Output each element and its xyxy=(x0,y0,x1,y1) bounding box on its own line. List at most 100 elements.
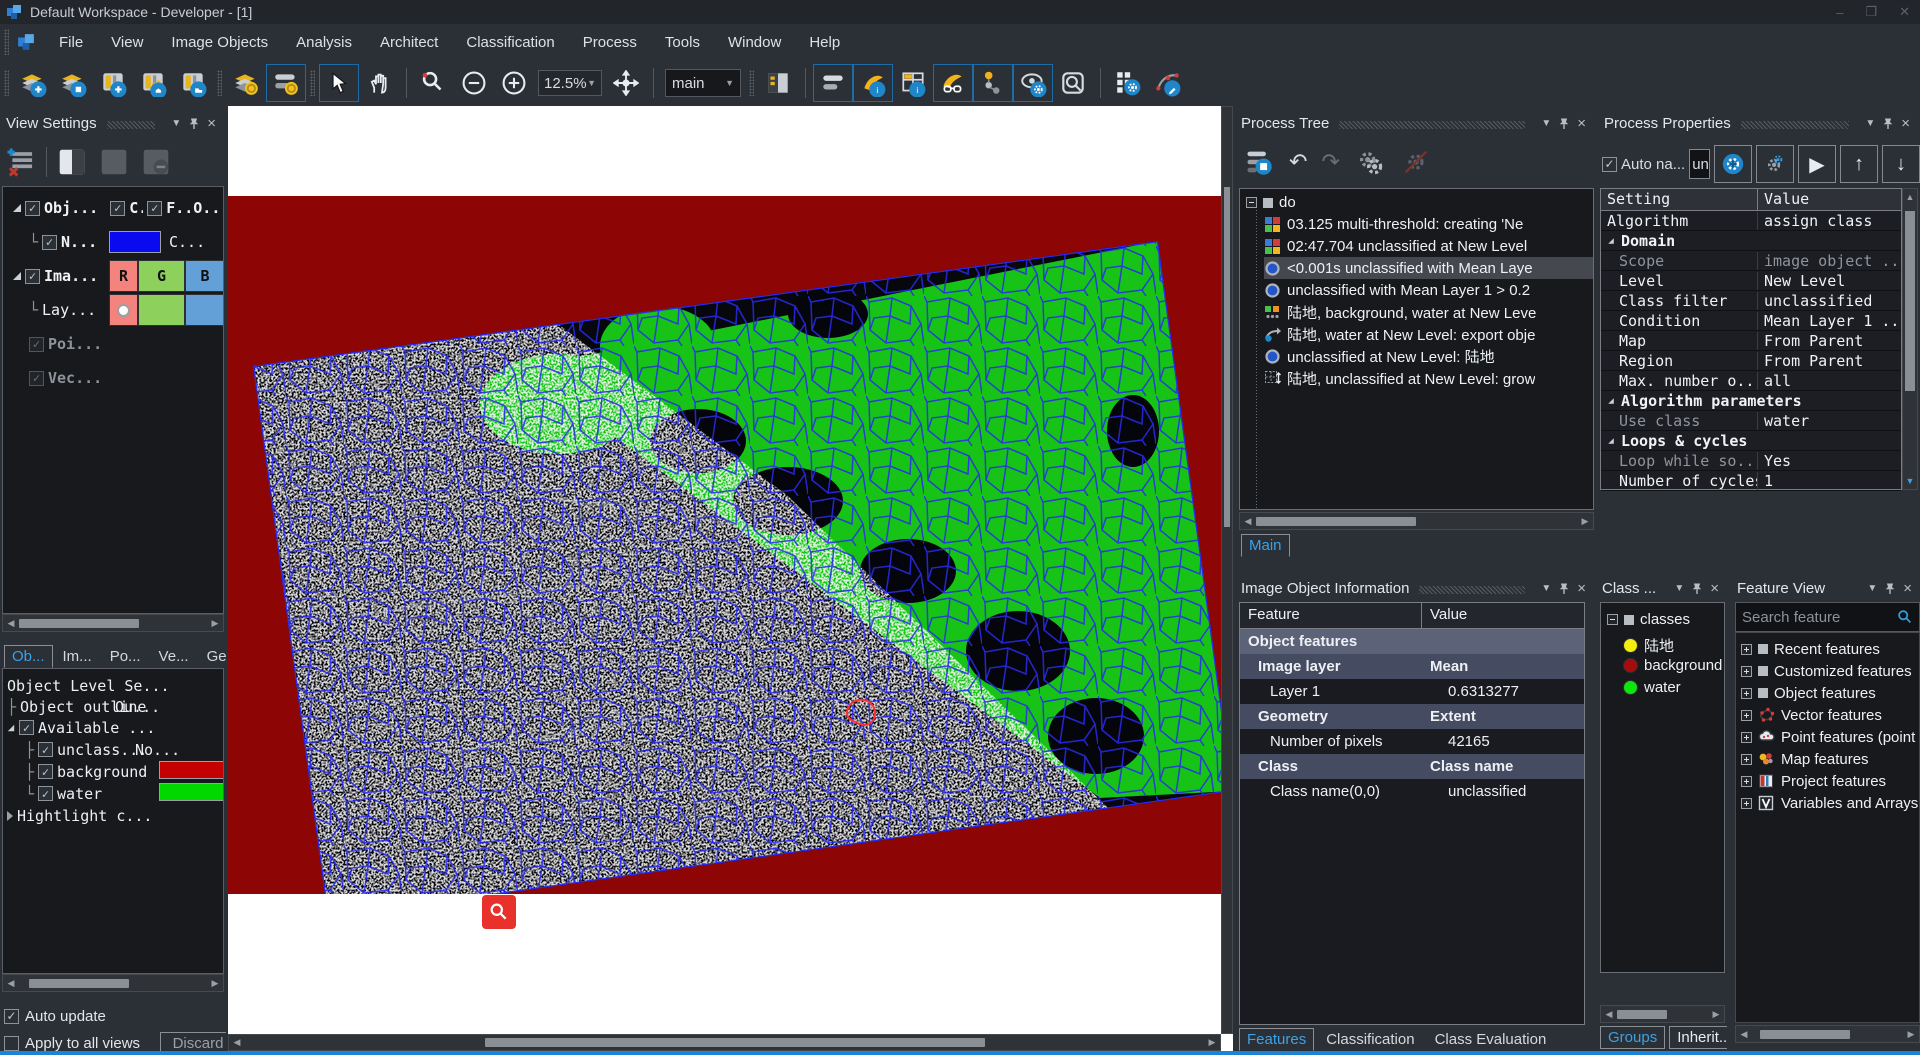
tab-classification[interactable]: Classification xyxy=(1318,1028,1422,1051)
outline-checkbox[interactable] xyxy=(42,235,57,250)
class-item[interactable]: water xyxy=(1623,679,1681,696)
menu-image-objects[interactable]: Image Objects xyxy=(157,30,282,55)
channel-g-cell[interactable]: G xyxy=(138,260,185,292)
objects-fo-checkbox[interactable] xyxy=(147,201,162,216)
toolbar-grip[interactable] xyxy=(4,70,9,96)
execute-process-button[interactable]: ▶ xyxy=(1798,145,1836,183)
property-group[interactable]: Loops & cycles xyxy=(1601,431,1901,451)
close-icon[interactable]: × xyxy=(1577,580,1586,597)
zoom-in-button[interactable] xyxy=(494,64,534,102)
close-icon[interactable]: × xyxy=(1710,580,1719,597)
objects-checkbox[interactable] xyxy=(25,201,40,216)
process-step[interactable]: unclassified with Mean Layer 1 > 0.2 xyxy=(1264,279,1594,301)
next-process-button[interactable]: ↓ xyxy=(1882,145,1920,183)
process-step[interactable]: 陆地, unclassified at New Level: grow xyxy=(1264,367,1594,389)
scroll-right-icon[interactable]: ▶ xyxy=(1577,516,1593,527)
channel-r-cell[interactable]: R xyxy=(109,260,138,292)
process-step[interactable]: 陆地, water at New Level: export obje xyxy=(1264,323,1594,345)
chevron-down-icon[interactable]: ▼ xyxy=(1541,583,1551,594)
edit-vector-button[interactable] xyxy=(1148,64,1188,102)
pixel-checkbox[interactable] xyxy=(29,337,44,352)
pin-icon[interactable] xyxy=(1881,117,1895,130)
maximize-button[interactable]: ❐ xyxy=(1865,4,1877,20)
zoom-level-select[interactable]: 12.5% ▼ xyxy=(538,70,602,96)
import-layer-button[interactable] xyxy=(93,64,133,102)
chevron-down-icon[interactable]: ▼ xyxy=(171,118,181,129)
expand-icon[interactable] xyxy=(1741,732,1752,743)
scroll-thumb[interactable] xyxy=(1256,517,1416,526)
apply-all-checkbox[interactable] xyxy=(4,1036,19,1051)
zoom-cursor-badge[interactable] xyxy=(482,895,516,929)
close-icon[interactable]: × xyxy=(1901,115,1910,132)
process-step[interactable]: unclassified at New Level: 陆地 xyxy=(1264,345,1594,367)
scroll-thumb[interactable] xyxy=(485,1038,985,1047)
scroll-right-icon[interactable]: ▶ xyxy=(1903,1029,1919,1040)
zoom-out-button[interactable] xyxy=(454,64,494,102)
outline-color-swatch[interactable] xyxy=(109,231,161,253)
menu-help[interactable]: Help xyxy=(795,30,854,55)
scroll-thumb[interactable] xyxy=(29,979,129,988)
property-row[interactable]: Number of cycles1 xyxy=(1601,471,1901,491)
image-object-information-header[interactable]: Image Object Information ▼ × xyxy=(1241,575,1592,601)
pan-hand-button[interactable] xyxy=(359,64,399,102)
close-icon[interactable]: × xyxy=(1903,580,1912,597)
scroll-left-icon[interactable]: ◀ xyxy=(1736,1029,1752,1040)
feature-tree[interactable]: Recent features Customized features Obje… xyxy=(1735,632,1920,1023)
level-root[interactable]: Object Level Se... xyxy=(7,675,170,696)
process-tree-header[interactable]: Process Tree ▼ × xyxy=(1241,110,1592,136)
new-scene-button[interactable] xyxy=(13,64,53,102)
menu-architect[interactable]: Architect xyxy=(366,30,452,55)
feature-view-hscrollbar[interactable]: ◀ ▶ xyxy=(1735,1025,1920,1043)
process-tree-hscrollbar[interactable]: ◀ ▶ xyxy=(1239,512,1594,530)
property-row[interactable]: RegionFrom Parent xyxy=(1601,351,1901,371)
save-process-button[interactable] xyxy=(1243,147,1275,177)
chevron-down-icon[interactable]: ▼ xyxy=(1865,118,1875,129)
chevron-down-icon[interactable]: ▼ xyxy=(1867,583,1877,594)
menu-process[interactable]: Process xyxy=(569,30,651,55)
feature-subsection-row[interactable]: ClassClass name xyxy=(1240,754,1584,779)
feature-row[interactable]: Layer 10.6313277 xyxy=(1240,679,1584,704)
scroll-left-icon[interactable]: ◀ xyxy=(3,978,19,989)
map-view[interactable]: ◀ ▶ xyxy=(228,106,1233,1051)
feature-row[interactable]: Number of pixels42165 xyxy=(1240,729,1584,754)
process-step[interactable]: 03.125 multi-threshold: creating 'Ne xyxy=(1264,213,1594,235)
minimize-button[interactable]: – xyxy=(1836,5,1843,20)
caret-expanded-icon[interactable] xyxy=(8,724,14,730)
scroll-left-icon[interactable]: ◀ xyxy=(1601,1009,1617,1020)
scene-background[interactable] xyxy=(228,196,1221,894)
tree-row-pixel[interactable]: Poi... xyxy=(3,327,223,361)
scroll-left-icon[interactable]: ◀ xyxy=(229,1037,245,1048)
tree-row-vector[interactable]: Vec... xyxy=(3,361,223,395)
expand-icon[interactable] xyxy=(1741,754,1752,765)
panel-drag-dots[interactable] xyxy=(107,121,156,129)
chevron-down-icon[interactable]: ▼ xyxy=(1541,118,1551,129)
tab-features[interactable]: Features xyxy=(1239,1028,1314,1051)
expand-icon[interactable] xyxy=(1741,644,1752,655)
feature-group[interactable]: Customized features xyxy=(1741,660,1912,682)
process-step-selected[interactable]: <0.001s unclassified with Mean Laye xyxy=(1264,257,1594,279)
image-data-checkbox[interactable] xyxy=(25,269,40,284)
pin-icon[interactable] xyxy=(1883,582,1897,595)
process-root-row[interactable]: do xyxy=(1246,194,1296,211)
property-row[interactable]: Max. number o...all xyxy=(1601,371,1901,391)
scroll-up-icon[interactable]: ▲ xyxy=(1903,189,1917,202)
feature-group[interactable]: Map features xyxy=(1741,748,1869,770)
process-properties-header[interactable]: Process Properties ▼ × xyxy=(1604,110,1916,136)
map-view-select[interactable]: main ▼ xyxy=(665,69,741,97)
close-button[interactable]: ✕ xyxy=(1899,4,1910,20)
level-unclassified-row[interactable]: ├ unclass... No... xyxy=(7,739,147,760)
process-step[interactable]: 陆地, background, water at New Leve xyxy=(1264,301,1594,323)
split-vertical-button[interactable] xyxy=(139,146,173,178)
show-classification-button[interactable] xyxy=(933,64,973,102)
tree-row-objects[interactable]: Obj... C... F..O.. xyxy=(3,191,223,225)
pin-icon[interactable] xyxy=(1690,582,1704,595)
map-hscrollbar[interactable]: ◀ ▶ xyxy=(228,1034,1221,1051)
class-hierarchy-header[interactable]: Class ... ▼ × xyxy=(1602,575,1725,601)
property-row[interactable]: Scopeimage object ... xyxy=(1601,251,1901,271)
property-row[interactable]: MapFrom Parent xyxy=(1601,331,1901,351)
scroll-left-icon[interactable]: ◀ xyxy=(1240,516,1256,527)
tree-row-image-data[interactable]: Ima... R G B xyxy=(3,259,223,293)
feature-row[interactable]: Class name(0,0)unclassified xyxy=(1240,779,1584,804)
caret-expanded-icon[interactable] xyxy=(13,204,21,212)
scroll-thumb[interactable] xyxy=(1617,1010,1667,1019)
